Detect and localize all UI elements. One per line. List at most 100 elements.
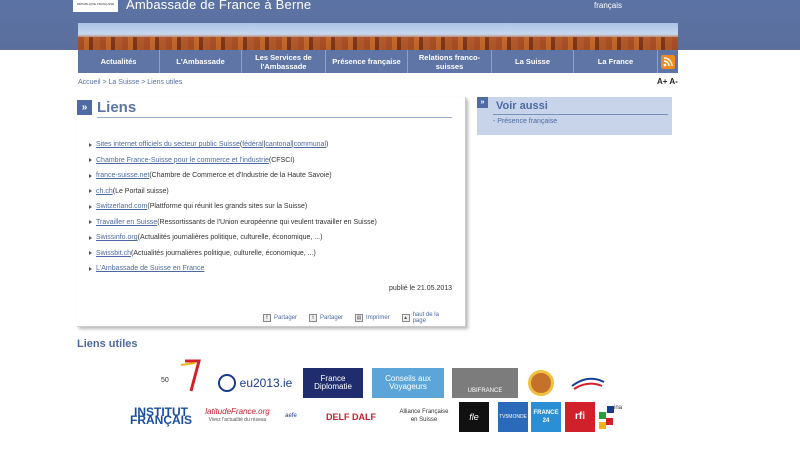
facebook-icon: f bbox=[263, 314, 271, 322]
delf-dalf-logo[interactable]: DELF DALF bbox=[318, 408, 384, 426]
list-item: Chambre France-Suisse pour le commerce e… bbox=[89, 153, 377, 169]
bullet-icon bbox=[89, 158, 92, 163]
nav-item-relations[interactable]: Relations franco-suisses bbox=[408, 50, 492, 73]
link-cantonal[interactable]: cantonal bbox=[265, 141, 291, 148]
latitude-title: latitudeFrance.org bbox=[205, 407, 270, 416]
banner-trees bbox=[78, 37, 678, 51]
ubifrance-logo[interactable]: UBIFRANCE bbox=[452, 368, 518, 398]
bullet-icon bbox=[89, 173, 92, 178]
main-nav: Actualités L'Ambassade Les Services de l… bbox=[78, 50, 678, 73]
list-item: france-suisse.net (Chambre de Commerce e… bbox=[89, 168, 377, 184]
institut-francais-logo[interactable]: INSTITUT FRANÇAIS bbox=[128, 403, 194, 429]
rss-button[interactable] bbox=[658, 50, 678, 73]
share-twitter-button[interactable]: t Partager bbox=[309, 312, 343, 324]
link-description: (Chambre de Commerce et d'Industrie de l… bbox=[149, 172, 332, 180]
list-item: Swissbit.ch (Actualités journalières pol… bbox=[89, 246, 377, 262]
title-divider bbox=[97, 117, 452, 118]
page-title-text: Liens bbox=[97, 99, 137, 116]
conseils-voyageurs-logo[interactable]: Conseils aux Voyageurs bbox=[372, 368, 444, 398]
rss-icon bbox=[661, 54, 675, 69]
page-title: » Liens bbox=[77, 99, 136, 116]
share-label: Partager bbox=[274, 315, 298, 321]
double-chevron-icon: » bbox=[477, 97, 488, 108]
bullet-icon bbox=[89, 251, 92, 256]
france24-logo[interactable]: FRANCE 24 bbox=[531, 402, 561, 432]
nav-item-la-suisse[interactable]: La Suisse bbox=[492, 50, 574, 73]
bullet-icon bbox=[89, 204, 92, 209]
share-facebook-button[interactable]: f Partager bbox=[263, 312, 297, 324]
link-text: ) bbox=[326, 141, 329, 149]
links-list: Sites internet officiels du secteur publ… bbox=[89, 137, 377, 277]
emblem-logo[interactable] bbox=[528, 370, 554, 396]
bullet-icon bbox=[89, 189, 92, 194]
aefe-logo[interactable]: aefe bbox=[280, 404, 302, 428]
link-communal[interactable]: communal bbox=[294, 141, 326, 148]
breadcrumb[interactable]: Accueil > La Suisse > Liens utiles bbox=[78, 79, 182, 86]
link-description: (CFSCI) bbox=[268, 156, 295, 164]
link-ch[interactable]: ch.ch bbox=[96, 188, 113, 195]
eu2013-text: eu2013.ie bbox=[239, 376, 293, 390]
nav-item-presence[interactable]: Présence française bbox=[326, 50, 408, 73]
page-actions: f Partager t Partager ▤ Imprimer ▲ haut de l… bbox=[263, 312, 465, 324]
bullet-icon bbox=[89, 220, 92, 225]
france-diplomatie-logo[interactable]: France Diplomatie bbox=[303, 368, 363, 398]
bullet-icon bbox=[89, 142, 92, 147]
back-to-top-button[interactable]: ▲ haut de la page bbox=[401, 312, 453, 324]
main-content-panel: » Liens Sites internet officiels du sect… bbox=[77, 97, 466, 327]
link-description: (Plattforme qui réunit les grands sites … bbox=[147, 203, 308, 211]
link-swissbit[interactable]: Swissbit.ch bbox=[96, 250, 131, 257]
nav-item-services[interactable]: Les Services de l'Ambassade bbox=[242, 50, 326, 73]
link-ambassade-suisse[interactable]: L'Ambassade de Suisse en France bbox=[96, 265, 204, 272]
ina-text: ina bbox=[614, 405, 623, 411]
alliance-francaise-logo[interactable]: Alliance Française en Suisse bbox=[396, 404, 452, 428]
double-chevron-icon: » bbox=[77, 100, 92, 115]
site-title[interactable]: Ambassade de France à Berne bbox=[126, 0, 311, 12]
print-label: Imprimer bbox=[366, 315, 390, 321]
link-description: (Ressortissants de l'Union européenne qu… bbox=[157, 218, 377, 226]
link-swissinfo[interactable]: Swissinfo.org bbox=[96, 234, 138, 241]
list-item: Switzerland.com (Plattforme qui réunit l… bbox=[89, 199, 377, 215]
list-item: L'Ambassade de Suisse en France bbox=[89, 261, 377, 277]
header-banner-image bbox=[78, 23, 678, 51]
see-also-link-presence[interactable]: - Présence française bbox=[493, 118, 557, 125]
link-cfsci[interactable]: Chambre France-Suisse pour le commerce e… bbox=[96, 157, 269, 164]
link-france-suisse[interactable]: france-suisse.net bbox=[96, 172, 149, 179]
nav-item-actualites[interactable]: Actualités bbox=[78, 50, 160, 73]
latitude-france-logo[interactable]: latitudeFrance.org Vivez l'actualité du … bbox=[200, 403, 275, 429]
anniversary-logo[interactable]: 50 bbox=[145, 357, 205, 397]
link-description: (Le Portail suisse) bbox=[112, 187, 169, 195]
font-size-controls[interactable]: A+ A- bbox=[657, 77, 678, 86]
printer-icon: ▤ bbox=[355, 314, 364, 322]
useful-links-title: Liens utiles bbox=[77, 338, 138, 350]
link-travailler[interactable]: Travailler en Suisse bbox=[96, 219, 157, 226]
print-button[interactable]: ▤ Imprimer bbox=[355, 312, 390, 324]
link-description: (Actualités journalières politique, cult… bbox=[137, 234, 323, 242]
link-switzerland[interactable]: Switzerland.com bbox=[96, 203, 147, 210]
bullet-icon bbox=[89, 266, 92, 271]
list-item: ch.ch (Le Portail suisse) bbox=[89, 184, 377, 200]
list-item: Travailler en Suisse (Ressortissants de … bbox=[89, 215, 377, 231]
list-item: Sites internet officiels du secteur publ… bbox=[89, 137, 377, 153]
link-federal[interactable]: fédéral bbox=[242, 141, 263, 148]
rfi-logo[interactable]: rfi bbox=[565, 402, 595, 432]
ina-logo[interactable]: ina bbox=[597, 402, 625, 432]
france-logo[interactable] bbox=[568, 372, 608, 394]
nav-item-ambassade[interactable]: L'Ambassade bbox=[160, 50, 242, 73]
language-link[interactable]: français bbox=[594, 1, 622, 10]
eu-ring-icon bbox=[217, 374, 236, 392]
list-item: Swissinfo.org (Actualités journalières p… bbox=[89, 230, 377, 246]
share-label: Partager bbox=[320, 315, 344, 321]
latitude-subtitle: Vivez l'actualité du réseau bbox=[208, 417, 267, 423]
see-also-box: » Voir aussi - Présence française bbox=[477, 97, 672, 135]
tv5monde-logo[interactable]: TV5MONDE bbox=[498, 402, 528, 432]
fle-logo[interactable]: fle bbox=[459, 402, 489, 432]
eu2013-logo[interactable]: eu2013.ie bbox=[215, 370, 295, 396]
republique-francaise-logo[interactable]: RÉPUBLIQUE FRANÇAISE bbox=[73, 0, 118, 12]
link-secteur-public[interactable]: Sites internet officiels du secteur publ… bbox=[96, 141, 240, 148]
twitter-icon: t bbox=[309, 314, 318, 322]
anniversary-number: 50 bbox=[161, 377, 169, 384]
top-label: haut de la page bbox=[412, 312, 439, 324]
link-description: (Actualités journalières politique, cult… bbox=[131, 249, 316, 257]
logo-text: RÉPUBLIQUE FRANÇAISE bbox=[76, 2, 115, 6]
nav-item-la-france[interactable]: La France bbox=[574, 50, 658, 73]
